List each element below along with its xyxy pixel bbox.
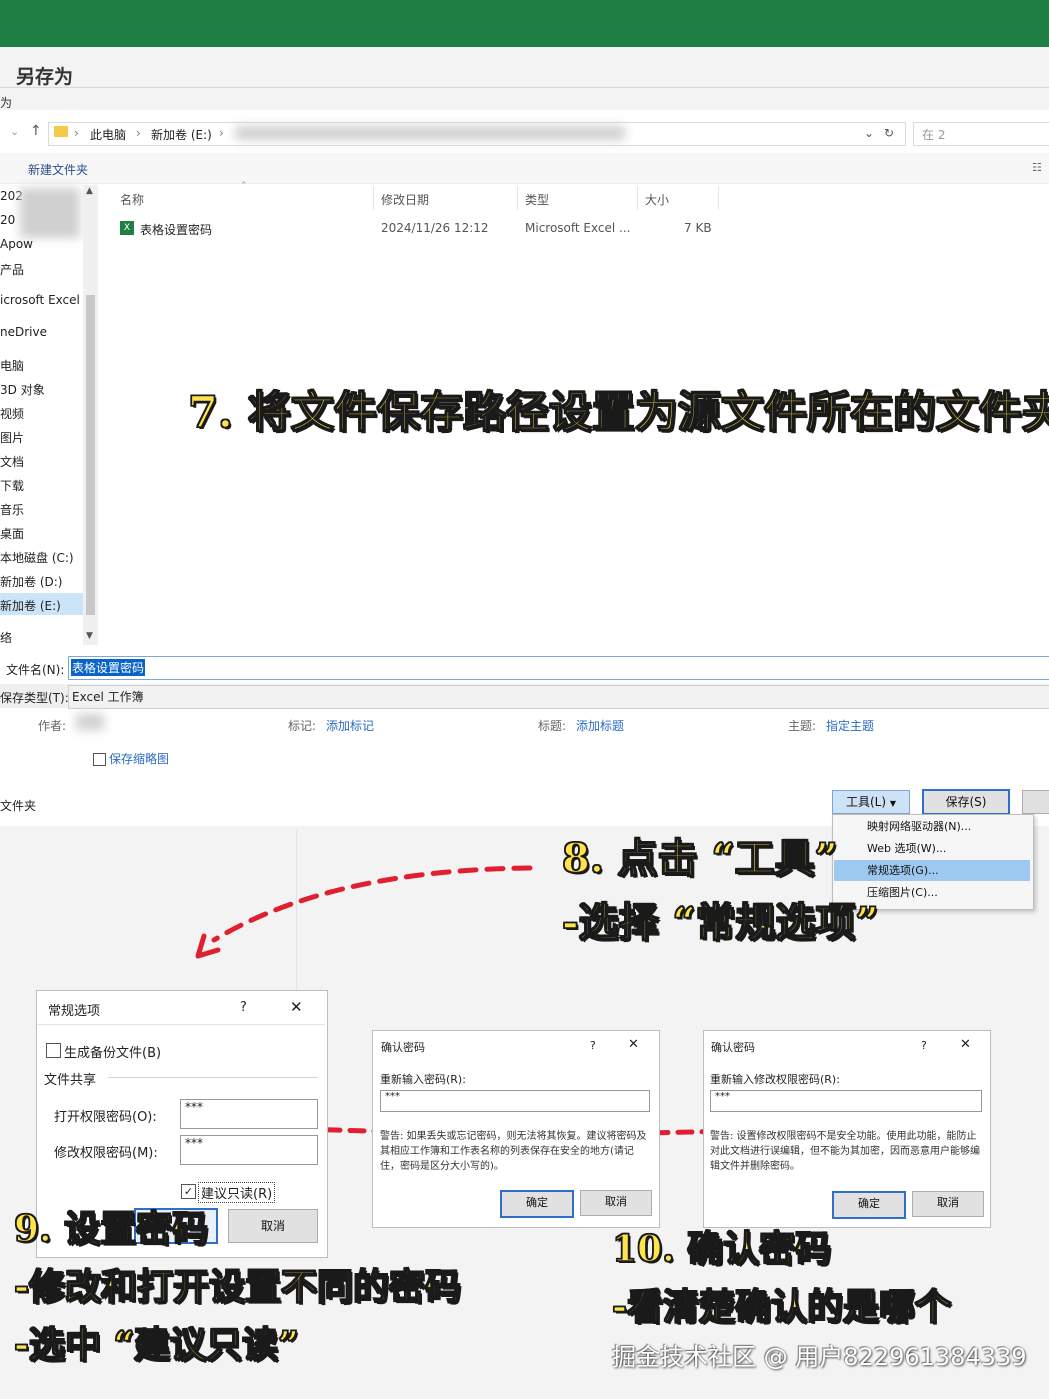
reenter-password-input[interactable]: *** <box>380 1090 650 1112</box>
modify-password-label: 修改权限密码(M): <box>54 1146 158 1161</box>
annotation-step9-b: -修改和打开设置不同的密码 <box>13 1265 461 1309</box>
annotation-step9-a: 9. 设置密码 <box>13 1207 209 1251</box>
warning-note: 警告: 如果丢失或忘记密码，则无法将其恢复。建议将密码及其相应工作簿和工作表名称… <box>380 1131 647 1172</box>
cancel-button[interactable]: 取消 <box>580 1190 652 1216</box>
dialog-title: 确认密码 <box>381 1041 425 1054</box>
cancel-button[interactable]: 取消 <box>228 1209 318 1243</box>
dialog-divider <box>37 1024 325 1025</box>
annotation-step10-b: -看清楚确认的是哪个 <box>611 1285 951 1329</box>
help-icon[interactable]: ? <box>921 1039 927 1052</box>
readonly-checkbox[interactable]: ✓ <box>181 1184 196 1199</box>
cancel-button[interactable]: 取消 <box>912 1191 984 1217</box>
watermark: 掘金技术社区 @ 用户822961384339 <box>612 1343 1027 1371</box>
help-icon[interactable]: ? <box>590 1039 596 1052</box>
annotation-step9-c: -选中 “建议只读” <box>13 1323 299 1367</box>
warning-note: 警告: 设置修改权限密码不是安全功能。使用此功能，能防止对此文档进行误编辑，但不… <box>710 1131 980 1172</box>
dialog-title: 确认密码 <box>711 1041 755 1054</box>
backup-label: 生成备份文件(B) <box>64 1046 162 1061</box>
reenter-password-label: 重新输入密码(R): <box>380 1073 466 1086</box>
help-icon[interactable]: ? <box>240 1000 247 1015</box>
ok-button[interactable]: 确定 <box>500 1190 574 1218</box>
reenter-modify-password-input[interactable]: *** <box>710 1090 982 1112</box>
modify-password-input[interactable]: *** <box>180 1135 318 1165</box>
close-icon[interactable]: ✕ <box>628 1037 639 1052</box>
backup-checkbox[interactable] <box>46 1043 61 1058</box>
open-password-label: 打开权限密码(O): <box>54 1110 157 1125</box>
close-icon[interactable]: ✕ <box>960 1037 971 1052</box>
annotation-step10-a: 10. 确认密码 <box>611 1227 832 1271</box>
open-password-input[interactable]: *** <box>180 1099 318 1129</box>
readonly-label: 建议只读(R) <box>198 1182 276 1203</box>
dialog-title: 常规选项 <box>48 1004 101 1019</box>
close-icon[interactable]: ✕ <box>290 998 303 1016</box>
reenter-modify-password-label: 重新输入修改权限密码(R): <box>710 1073 840 1086</box>
file-share-label: 文件共享 <box>44 1073 97 1088</box>
ok-button[interactable]: 确定 <box>832 1191 906 1219</box>
group-divider <box>108 1077 318 1078</box>
